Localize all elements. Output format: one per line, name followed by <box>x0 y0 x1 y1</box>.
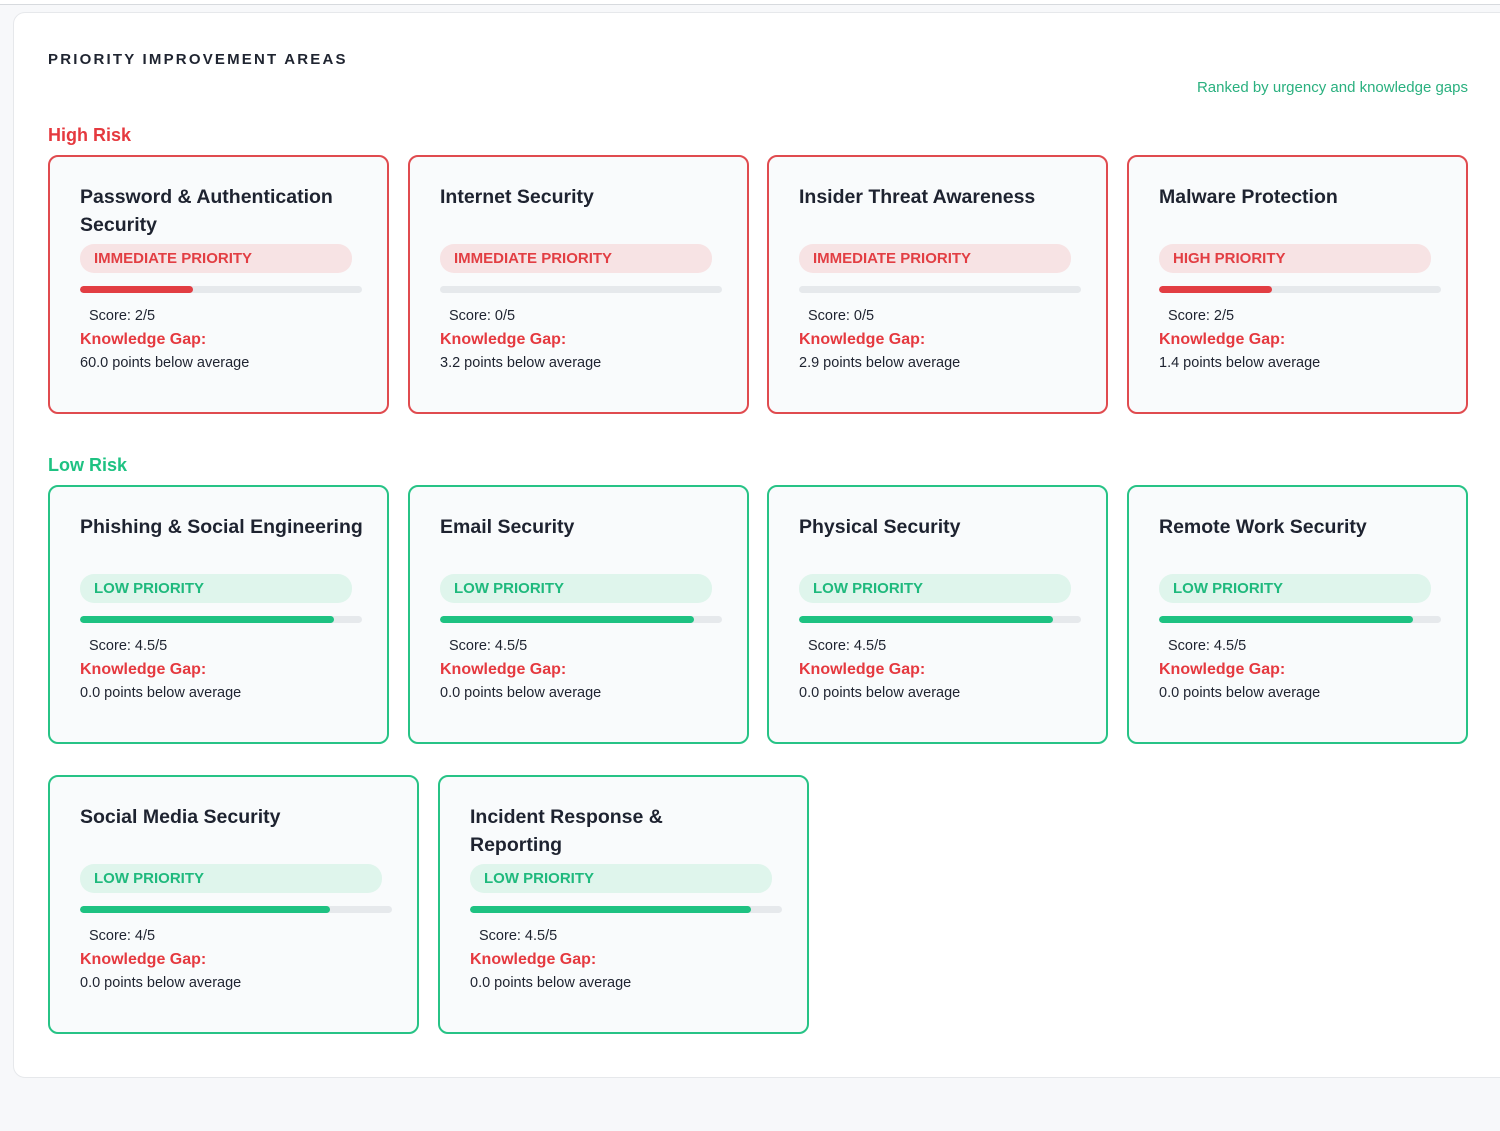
priority-badge: IMMEDIATE PRIORITY <box>799 244 1071 273</box>
knowledge-gap-label: Knowledge Gap: <box>1159 331 1286 348</box>
knowledge-gap-value: 0.0 points below average <box>470 975 632 991</box>
section-label-high-risk: High Risk <box>48 125 132 145</box>
priority-badge: LOW PRIORITY <box>440 574 712 603</box>
knowledge-gap-value: 0.0 points below average <box>1159 685 1321 701</box>
score-text: Score: 4/5 <box>89 928 156 944</box>
priority-badge: HIGH PRIORITY <box>1159 244 1431 273</box>
knowledge-gap-label: Knowledge Gap: <box>80 331 207 348</box>
area-card-title: Email Security <box>440 516 575 538</box>
area-card-title: Insider Threat Awareness <box>799 186 1036 208</box>
area-card-title: Password & Authentication Security <box>80 186 333 236</box>
area-card-low[interactable]: Email Security LOW PRIORITY Score: 4.5/5… <box>408 485 749 744</box>
knowledge-gap-value: 1.4 points below average <box>1159 355 1321 371</box>
score-progress-fill <box>440 616 694 623</box>
knowledge-gap-value: 0.0 points below average <box>799 685 961 701</box>
score-text: Score: 4.5/5 <box>89 638 168 654</box>
score-text: Score: 2/5 <box>89 308 156 324</box>
area-card-low[interactable]: Physical Security LOW PRIORITY Score: 4.… <box>767 485 1108 744</box>
area-card-title: Physical Security <box>799 516 961 538</box>
priority-badge: LOW PRIORITY <box>470 864 772 893</box>
score-text: Score: 2/5 <box>1168 308 1235 324</box>
knowledge-gap-label: Knowledge Gap: <box>80 951 207 968</box>
area-card-high[interactable]: Password & Authentication Security IMMED… <box>48 155 389 414</box>
area-card-title: Incident Response & Reporting <box>470 806 663 856</box>
area-card-title: Social Media Security <box>80 806 281 828</box>
score-progress-bar <box>80 906 392 913</box>
area-card-high[interactable]: Insider Threat Awareness IMMEDIATE PRIOR… <box>767 155 1108 414</box>
knowledge-gap-label: Knowledge Gap: <box>799 331 926 348</box>
score-progress-bar <box>1159 616 1441 623</box>
knowledge-gap-label: Knowledge Gap: <box>470 951 597 968</box>
knowledge-gap-value: 3.2 points below average <box>440 355 602 371</box>
priority-improvement-panel: PRIORITY IMPROVEMENT AREAS Ranked by urg… <box>13 12 1500 1078</box>
area-card-high[interactable]: Malware Protection HIGH PRIORITY Score: … <box>1127 155 1468 414</box>
score-progress-bar <box>1159 286 1441 293</box>
score-text: Score: 0/5 <box>808 308 875 324</box>
score-progress-fill <box>80 286 193 293</box>
priority-badge: IMMEDIATE PRIORITY <box>80 244 352 273</box>
priority-badge: LOW PRIORITY <box>80 864 382 893</box>
top-divider <box>0 0 1500 5</box>
priority-badge: IMMEDIATE PRIORITY <box>440 244 712 273</box>
knowledge-gap-label: Knowledge Gap: <box>440 331 567 348</box>
score-progress-fill <box>1159 286 1272 293</box>
score-progress-bar <box>799 616 1081 623</box>
score-progress-fill <box>799 616 1053 623</box>
score-progress-bar <box>440 286 722 293</box>
score-progress-bar <box>799 286 1081 293</box>
priority-badge: LOW PRIORITY <box>1159 574 1431 603</box>
score-progress-fill <box>80 616 334 623</box>
knowledge-gap-label: Knowledge Gap: <box>440 661 567 678</box>
score-text: Score: 0/5 <box>449 308 516 324</box>
knowledge-gap-value: 2.9 points below average <box>799 355 961 371</box>
panel-subtitle: Ranked by urgency and knowledge gaps <box>1196 79 1468 96</box>
knowledge-gap-value: 0.0 points below average <box>80 975 242 991</box>
area-card-title: Internet Security <box>440 186 594 208</box>
score-text: Score: 4.5/5 <box>1168 638 1247 654</box>
area-card-title: Malware Protection <box>1159 186 1338 208</box>
score-progress-bar <box>470 906 782 913</box>
knowledge-gap-value: 60.0 points below average <box>80 355 250 371</box>
priority-badge: LOW PRIORITY <box>80 574 352 603</box>
area-card-low[interactable]: Social Media Security LOW PRIORITY Score… <box>48 775 419 1034</box>
area-card-low[interactable]: Incident Response & Reporting LOW PRIORI… <box>438 775 809 1034</box>
score-progress-bar <box>440 616 722 623</box>
priority-badge: LOW PRIORITY <box>799 574 1071 603</box>
knowledge-gap-label: Knowledge Gap: <box>799 661 926 678</box>
panel-title: PRIORITY IMPROVEMENT AREAS <box>48 51 348 68</box>
score-progress-fill <box>1159 616 1413 623</box>
score-text: Score: 4.5/5 <box>479 928 558 944</box>
section-label-low-risk: Low Risk <box>48 455 128 475</box>
score-progress-fill <box>470 906 751 913</box>
score-progress-fill <box>80 906 330 913</box>
knowledge-gap-label: Knowledge Gap: <box>80 661 207 678</box>
area-card-low[interactable]: Phishing & Social Engineering LOW PRIORI… <box>48 485 389 744</box>
knowledge-gap-label: Knowledge Gap: <box>1159 661 1286 678</box>
score-progress-bar <box>80 616 362 623</box>
score-progress-bar <box>80 286 362 293</box>
area-card-low[interactable]: Remote Work Security LOW PRIORITY Score:… <box>1127 485 1468 744</box>
knowledge-gap-value: 0.0 points below average <box>80 685 242 701</box>
area-card-title: Phishing & Social Engineering <box>80 516 363 538</box>
area-card-high[interactable]: Internet Security IMMEDIATE PRIORITY Sco… <box>408 155 749 414</box>
score-text: Score: 4.5/5 <box>449 638 528 654</box>
score-text: Score: 4.5/5 <box>808 638 887 654</box>
area-card-title: Remote Work Security <box>1159 516 1367 538</box>
knowledge-gap-value: 0.0 points below average <box>440 685 602 701</box>
